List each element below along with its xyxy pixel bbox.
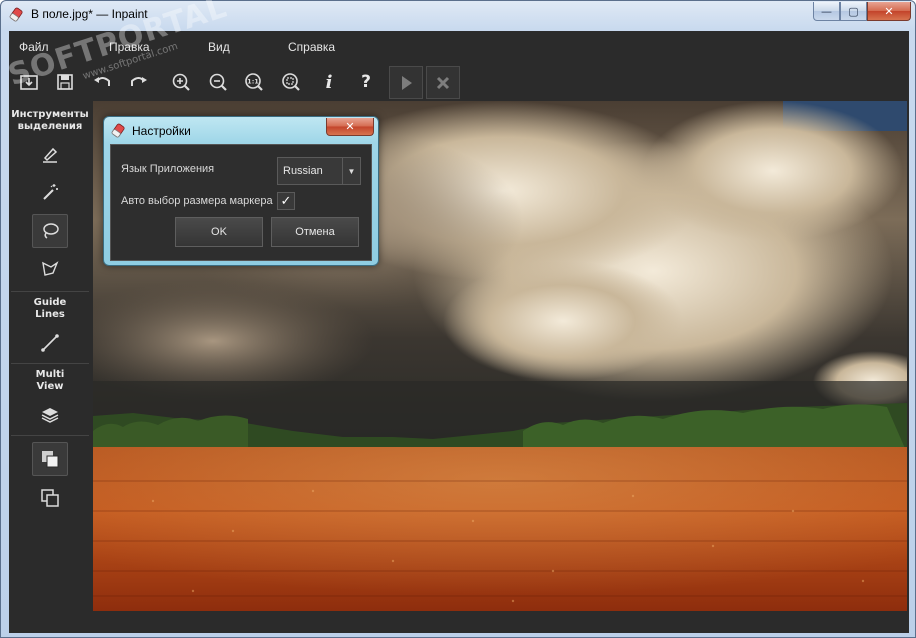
panel-separator: [11, 363, 89, 364]
selection-tools-label: Инструменты выделения: [11, 109, 89, 132]
menu-help[interactable]: Справка: [288, 40, 335, 54]
language-label: Язык Приложения: [121, 163, 215, 175]
help-icon: ?: [361, 72, 371, 92]
cancel-button[interactable]: Отмена: [271, 217, 359, 247]
polygon-lasso-icon: [42, 261, 59, 276]
polygon-lasso-tool[interactable]: [32, 252, 68, 286]
window-controls: — ▢ ✕: [813, 2, 911, 21]
info-icon: i: [325, 71, 333, 93]
window-title: В поле.jpg* — Inpaint: [31, 7, 148, 21]
ok-button[interactable]: OK: [175, 217, 263, 247]
dialog-body: Язык Приложения Russian ▼ Авто выбор раз…: [110, 144, 372, 261]
marker-tool[interactable]: [32, 137, 68, 171]
line-icon: [41, 334, 59, 352]
menu-bar: Файл Правка Вид Справка: [9, 31, 909, 63]
maximize-button[interactable]: ▢: [840, 2, 867, 21]
status-bar: [9, 613, 909, 633]
dialog-close-button[interactable]: ✕: [326, 118, 374, 136]
zoom-actual-label: 1:1: [247, 78, 259, 86]
guide-lines-label: Guide Lines: [33, 297, 67, 320]
undo-button[interactable]: [86, 67, 118, 97]
view-copy-icon: [41, 489, 59, 507]
menu-view[interactable]: Вид: [208, 40, 230, 54]
undo-icon: [94, 77, 110, 86]
zoom-in-icon: [172, 73, 190, 91]
panel-separator: [11, 435, 89, 436]
run-button[interactable]: [389, 66, 423, 99]
view-stack-icon: [42, 451, 59, 468]
auto-marker-checkbox[interactable]: ✓: [277, 192, 295, 210]
magic-wand-icon: [43, 184, 58, 200]
settings-dialog: Настройки ✕ Язык Приложения Russian ▼ Ав…: [103, 116, 379, 266]
redo-icon: [131, 77, 147, 86]
minimize-button[interactable]: —: [813, 2, 840, 21]
open-button[interactable]: [13, 67, 45, 97]
menu-file[interactable]: Файл: [19, 40, 49, 54]
lasso-icon: [43, 223, 59, 239]
dialog-title: Настройки: [132, 124, 191, 138]
info-button[interactable]: i: [313, 67, 345, 97]
redo-button[interactable]: [123, 67, 155, 97]
lasso-tool[interactable]: [32, 214, 68, 248]
zoom-in-button[interactable]: [165, 67, 197, 97]
zoom-actual-icon: 1:1: [245, 73, 263, 91]
language-value: Russian: [283, 165, 323, 177]
view-copy-button[interactable]: [32, 481, 68, 515]
view-stack-button[interactable]: [32, 442, 68, 476]
language-select[interactable]: Russian ▼: [277, 157, 361, 185]
help-button[interactable]: ?: [350, 67, 382, 97]
stop-button[interactable]: [426, 66, 460, 99]
stop-icon: [436, 76, 450, 89]
dialog-eraser-icon: [111, 123, 127, 139]
open-icon: [20, 75, 38, 90]
app-window: В поле.jpg* — Inpaint — ▢ ✕ Файл Правка …: [0, 0, 916, 638]
title-bar[interactable]: В поле.jpg* — Inpaint — ▢ ✕: [1, 1, 915, 29]
app-eraser-icon: [9, 7, 25, 23]
zoom-fit-icon: [282, 73, 300, 91]
multi-view-label: Multi View: [35, 369, 65, 392]
guide-line-tool[interactable]: [32, 326, 68, 360]
layers-icon: [41, 408, 59, 423]
zoom-out-button[interactable]: [202, 67, 234, 97]
chevron-down-icon: ▼: [342, 158, 360, 184]
save-icon: [57, 74, 73, 90]
close-button[interactable]: ✕: [867, 2, 911, 21]
toolbar: 1:1 i ?: [9, 63, 909, 101]
marker-icon: [43, 147, 58, 163]
tool-panel: Инструменты выделения Guide Lines Multi …: [9, 101, 91, 633]
save-button[interactable]: [49, 67, 81, 97]
multi-view-tool[interactable]: [32, 398, 68, 432]
zoom-fit-button[interactable]: [275, 67, 307, 97]
zoom-actual-button[interactable]: 1:1: [238, 67, 270, 97]
play-icon: [402, 75, 412, 90]
panel-separator: [11, 291, 89, 292]
magic-wand-tool[interactable]: [32, 175, 68, 209]
zoom-out-icon: [209, 73, 227, 91]
menu-edit[interactable]: Правка: [109, 40, 150, 54]
auto-marker-label: Авто выбор размера маркера: [121, 195, 273, 207]
